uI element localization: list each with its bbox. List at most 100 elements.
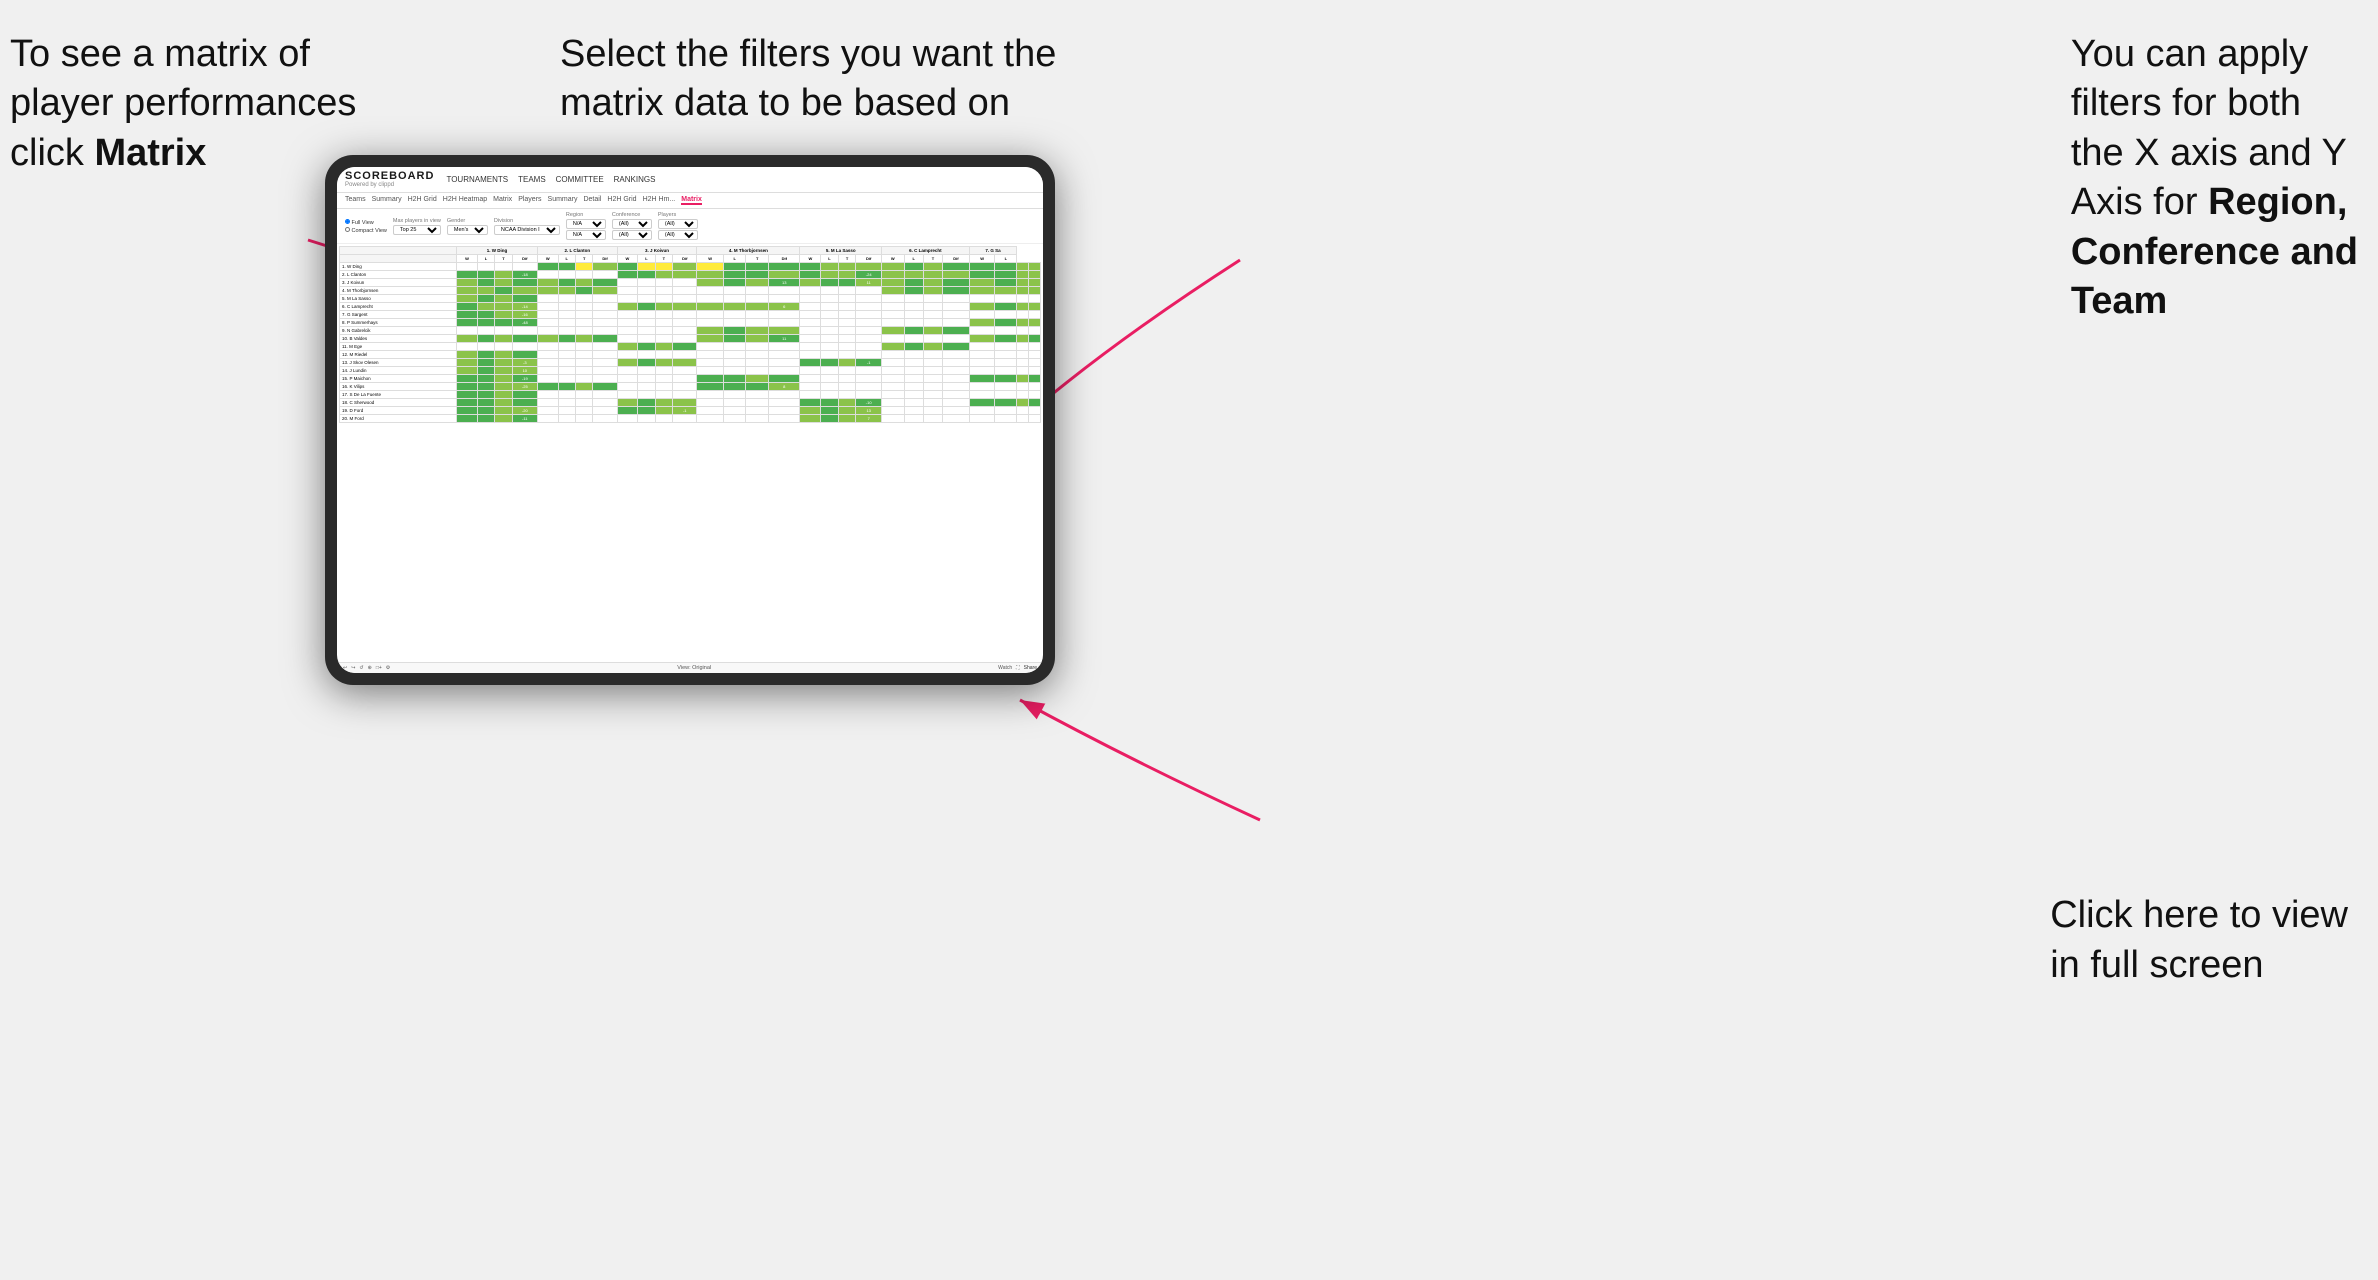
matrix-cell	[1017, 391, 1029, 399]
nav-rankings[interactable]: RANKINGS	[614, 175, 656, 184]
matrix-cell	[673, 335, 697, 343]
tab-players[interactable]: Players	[518, 196, 541, 205]
matrix-cell	[575, 359, 592, 367]
tab-detail[interactable]: Detail	[583, 196, 601, 205]
matrix-cell	[856, 383, 882, 391]
nav-tournaments[interactable]: TOURNAMENTS	[446, 175, 508, 184]
region-select-2[interactable]: N/A	[566, 230, 606, 240]
matrix-cell	[1017, 303, 1029, 311]
matrix-cell	[495, 287, 512, 295]
matrix-cell	[495, 359, 512, 367]
matrix-cell	[881, 391, 904, 399]
tab-summary-2[interactable]: Summary	[548, 196, 578, 205]
division-filter: Division NCAA Division I	[494, 218, 560, 235]
reset-icon[interactable]: ↺	[359, 665, 363, 671]
matrix-cell	[638, 263, 655, 271]
division-select[interactable]: NCAA Division I	[494, 225, 560, 235]
players-select-2[interactable]: (All)	[658, 230, 698, 240]
tab-h2h-grid[interactable]: H2H Grid	[408, 196, 437, 205]
region-select[interactable]: N/A	[566, 219, 606, 229]
matrix-cell	[769, 407, 800, 415]
matrix-cell	[537, 335, 558, 343]
matrix-scroll-area[interactable]: 1. W Ding 2. L Clanton 3. J Koivun 4. M …	[337, 244, 1043, 662]
matrix-cell	[575, 391, 592, 399]
zoom-icon[interactable]: ⊕	[368, 665, 372, 671]
matrix-cell	[923, 271, 942, 279]
matrix-cell	[746, 383, 769, 391]
settings-icon[interactable]: ⚙	[386, 665, 390, 671]
sub-t-4: T	[746, 255, 769, 263]
matrix-cell	[617, 407, 638, 415]
matrix-cell	[943, 263, 970, 271]
matrix-cell	[638, 295, 655, 303]
matrix-cell	[769, 271, 800, 279]
sub-l-3: L	[638, 255, 655, 263]
max-players-select[interactable]: Top 25	[393, 225, 441, 235]
matrix-cell	[512, 263, 537, 271]
matrix-cell	[495, 399, 512, 407]
nav-committee[interactable]: COMMITTEE	[556, 175, 604, 184]
matrix-cell	[800, 335, 821, 343]
matrix-cell	[575, 263, 592, 271]
fullscreen-icon[interactable]: ⛶	[1016, 665, 1020, 671]
watch-button[interactable]: Watch	[998, 665, 1012, 671]
matrix-cell	[723, 327, 746, 335]
matrix-cell	[723, 295, 746, 303]
matrix-cell	[821, 287, 839, 295]
matrix-cell	[673, 279, 697, 287]
matrix-cell	[593, 279, 617, 287]
redo-icon[interactable]: ↪	[351, 665, 355, 671]
toolbar-right: Watch ⛶ Share	[998, 665, 1037, 671]
tab-h2h-hm[interactable]: H2H Hm...	[643, 196, 676, 205]
matrix-cell	[723, 367, 746, 375]
table-row: 2. L Clanton-18-24	[340, 271, 1041, 279]
tab-matrix-active[interactable]: Matrix	[681, 196, 702, 205]
matrix-cell	[477, 415, 494, 423]
players-select[interactable]: (All)	[658, 219, 698, 229]
matrix-cell	[995, 391, 1017, 399]
matrix-cell	[723, 351, 746, 359]
compact-view-radio[interactable]: Compact View	[345, 227, 387, 234]
matrix-cell	[923, 407, 942, 415]
zoom-in-icon[interactable]: □+	[376, 665, 382, 671]
matrix-cell	[838, 287, 856, 295]
matrix-cell	[904, 263, 923, 271]
matrix-cell	[593, 407, 617, 415]
matrix-cell	[495, 295, 512, 303]
conference-select[interactable]: (All)	[612, 219, 652, 229]
matrix-cell	[769, 391, 800, 399]
matrix-cell	[477, 279, 494, 287]
table-row: 9. N Gabrelcik	[340, 327, 1041, 335]
matrix-cell	[769, 359, 800, 367]
tab-teams[interactable]: Teams	[345, 196, 366, 205]
matrix-cell	[746, 311, 769, 319]
conference-select-2[interactable]: (All)	[612, 230, 652, 240]
matrix-cell	[1017, 327, 1029, 335]
tab-h2h-grid-2[interactable]: H2H Grid	[607, 196, 636, 205]
matrix-cell	[856, 327, 882, 335]
matrix-cell	[697, 343, 724, 351]
matrix-cell	[558, 407, 575, 415]
matrix-cell	[904, 375, 923, 383]
matrix-cell: 7	[856, 415, 882, 423]
full-view-radio[interactable]: Full View	[345, 219, 387, 226]
tab-h2h-heatmap[interactable]: H2H Heatmap	[443, 196, 487, 205]
gender-select[interactable]: Men's	[447, 225, 488, 235]
matrix-cell	[537, 399, 558, 407]
tab-matrix-1[interactable]: Matrix	[493, 196, 512, 205]
share-button[interactable]: Share	[1024, 665, 1037, 671]
nav-teams[interactable]: TEAMS	[518, 175, 546, 184]
col-header-2: 2. L Clanton	[537, 247, 617, 255]
tab-summary[interactable]: Summary	[372, 196, 402, 205]
matrix-cell	[838, 303, 856, 311]
matrix-cell	[1029, 407, 1041, 415]
undo-icon[interactable]: ↩	[343, 665, 347, 671]
matrix-cell	[923, 375, 942, 383]
matrix-cell	[673, 375, 697, 383]
matrix-cell	[477, 407, 494, 415]
matrix-cell	[617, 303, 638, 311]
matrix-cell: 6	[769, 303, 800, 311]
player-name-cell: 11. M Ege	[340, 343, 457, 351]
matrix-cell	[537, 359, 558, 367]
matrix-cell	[969, 383, 995, 391]
